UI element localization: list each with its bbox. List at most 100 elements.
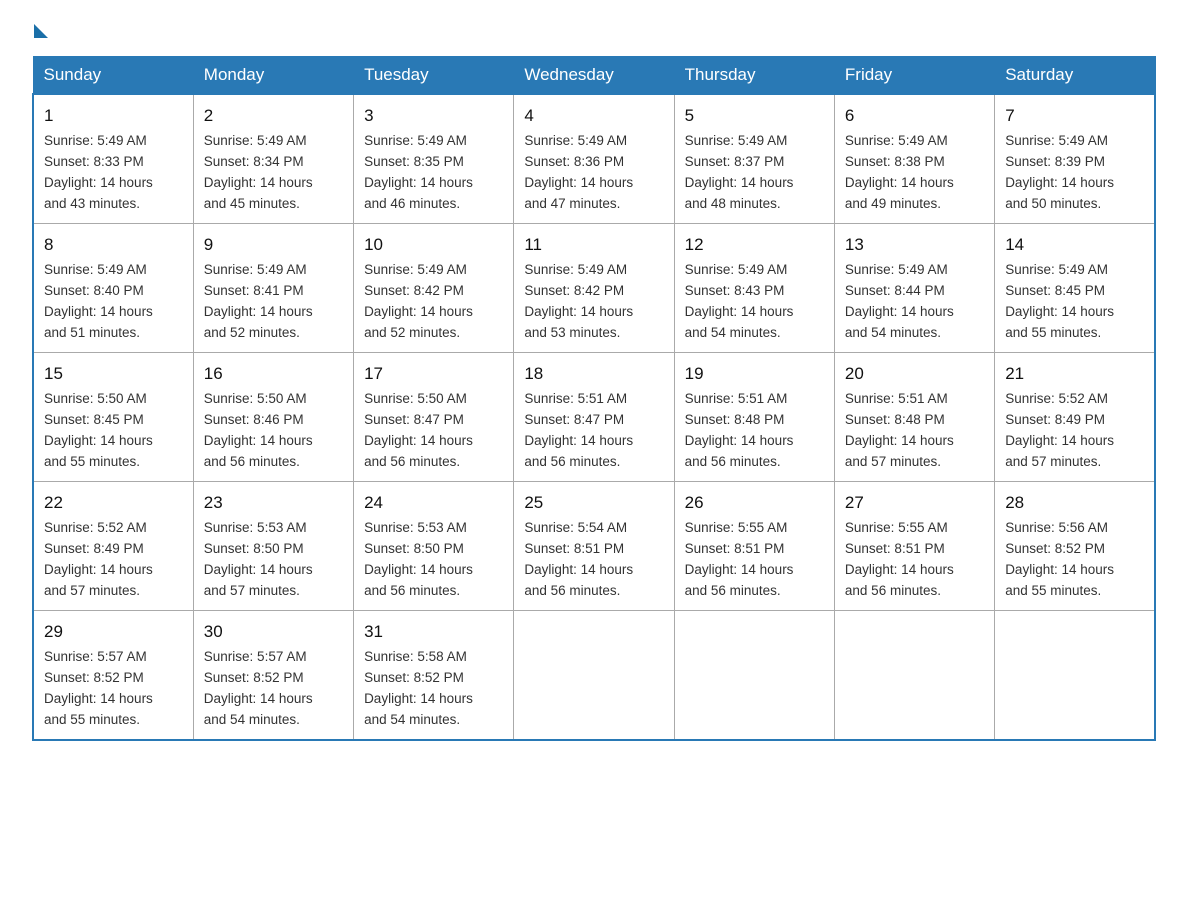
daylight-line2-20: and 57 minutes.: [845, 452, 984, 473]
week-row-4: 22Sunrise: 5:52 AMSunset: 8:49 PMDayligh…: [33, 482, 1155, 611]
day-cell-19: 19Sunrise: 5:51 AMSunset: 8:48 PMDayligh…: [674, 353, 834, 482]
daylight-line2-3: and 46 minutes.: [364, 194, 503, 215]
day-cell-5: 5Sunrise: 5:49 AMSunset: 8:37 PMDaylight…: [674, 94, 834, 224]
sunset-24: Sunset: 8:50 PM: [364, 539, 503, 560]
daylight-line2-16: and 56 minutes.: [204, 452, 343, 473]
sunset-26: Sunset: 8:51 PM: [685, 539, 824, 560]
day-cell-10: 10Sunrise: 5:49 AMSunset: 8:42 PMDayligh…: [354, 224, 514, 353]
day-cell-7: 7Sunrise: 5:49 AMSunset: 8:39 PMDaylight…: [995, 94, 1155, 224]
day-number-31: 31: [364, 619, 503, 645]
day-cell-22: 22Sunrise: 5:52 AMSunset: 8:49 PMDayligh…: [33, 482, 193, 611]
sunset-9: Sunset: 8:41 PM: [204, 281, 343, 302]
sunrise-10: Sunrise: 5:49 AM: [364, 260, 503, 281]
daylight-line1-1: Daylight: 14 hours: [44, 173, 183, 194]
header-saturday: Saturday: [995, 57, 1155, 95]
empty-cell-4-3: [514, 611, 674, 741]
sunset-14: Sunset: 8:45 PM: [1005, 281, 1144, 302]
day-number-11: 11: [524, 232, 663, 258]
daylight-line1-24: Daylight: 14 hours: [364, 560, 503, 581]
day-cell-25: 25Sunrise: 5:54 AMSunset: 8:51 PMDayligh…: [514, 482, 674, 611]
daylight-line1-30: Daylight: 14 hours: [204, 689, 343, 710]
daylight-line2-15: and 55 minutes.: [44, 452, 183, 473]
day-cell-18: 18Sunrise: 5:51 AMSunset: 8:47 PMDayligh…: [514, 353, 674, 482]
daylight-line1-14: Daylight: 14 hours: [1005, 302, 1144, 323]
sunset-11: Sunset: 8:42 PM: [524, 281, 663, 302]
day-cell-16: 16Sunrise: 5:50 AMSunset: 8:46 PMDayligh…: [193, 353, 353, 482]
day-number-19: 19: [685, 361, 824, 387]
day-number-20: 20: [845, 361, 984, 387]
daylight-line1-20: Daylight: 14 hours: [845, 431, 984, 452]
sunrise-1: Sunrise: 5:49 AM: [44, 131, 183, 152]
day-cell-27: 27Sunrise: 5:55 AMSunset: 8:51 PMDayligh…: [834, 482, 994, 611]
sunrise-9: Sunrise: 5:49 AM: [204, 260, 343, 281]
daylight-line1-22: Daylight: 14 hours: [44, 560, 183, 581]
day-number-13: 13: [845, 232, 984, 258]
sunrise-11: Sunrise: 5:49 AM: [524, 260, 663, 281]
sunset-20: Sunset: 8:48 PM: [845, 410, 984, 431]
day-number-14: 14: [1005, 232, 1144, 258]
daylight-line2-1: and 43 minutes.: [44, 194, 183, 215]
day-cell-1: 1Sunrise: 5:49 AMSunset: 8:33 PMDaylight…: [33, 94, 193, 224]
sunrise-23: Sunrise: 5:53 AM: [204, 518, 343, 539]
day-cell-3: 3Sunrise: 5:49 AMSunset: 8:35 PMDaylight…: [354, 94, 514, 224]
day-number-22: 22: [44, 490, 183, 516]
daylight-line1-12: Daylight: 14 hours: [685, 302, 824, 323]
day-number-28: 28: [1005, 490, 1144, 516]
sunset-18: Sunset: 8:47 PM: [524, 410, 663, 431]
week-row-2: 8Sunrise: 5:49 AMSunset: 8:40 PMDaylight…: [33, 224, 1155, 353]
day-number-25: 25: [524, 490, 663, 516]
day-cell-17: 17Sunrise: 5:50 AMSunset: 8:47 PMDayligh…: [354, 353, 514, 482]
day-number-21: 21: [1005, 361, 1144, 387]
day-number-8: 8: [44, 232, 183, 258]
empty-cell-4-5: [834, 611, 994, 741]
daylight-line2-27: and 56 minutes.: [845, 581, 984, 602]
day-cell-11: 11Sunrise: 5:49 AMSunset: 8:42 PMDayligh…: [514, 224, 674, 353]
day-number-18: 18: [524, 361, 663, 387]
sunset-21: Sunset: 8:49 PM: [1005, 410, 1144, 431]
daylight-line2-6: and 49 minutes.: [845, 194, 984, 215]
day-cell-6: 6Sunrise: 5:49 AMSunset: 8:38 PMDaylight…: [834, 94, 994, 224]
day-number-4: 4: [524, 103, 663, 129]
daylight-line1-26: Daylight: 14 hours: [685, 560, 824, 581]
sunrise-3: Sunrise: 5:49 AM: [364, 131, 503, 152]
sunset-17: Sunset: 8:47 PM: [364, 410, 503, 431]
daylight-line1-19: Daylight: 14 hours: [685, 431, 824, 452]
day-cell-28: 28Sunrise: 5:56 AMSunset: 8:52 PMDayligh…: [995, 482, 1155, 611]
sunrise-25: Sunrise: 5:54 AM: [524, 518, 663, 539]
sunrise-30: Sunrise: 5:57 AM: [204, 647, 343, 668]
sunrise-6: Sunrise: 5:49 AM: [845, 131, 984, 152]
sunset-7: Sunset: 8:39 PM: [1005, 152, 1144, 173]
daylight-line2-10: and 52 minutes.: [364, 323, 503, 344]
week-row-1: 1Sunrise: 5:49 AMSunset: 8:33 PMDaylight…: [33, 94, 1155, 224]
daylight-line1-10: Daylight: 14 hours: [364, 302, 503, 323]
daylight-line1-29: Daylight: 14 hours: [44, 689, 183, 710]
daylight-line1-13: Daylight: 14 hours: [845, 302, 984, 323]
day-number-5: 5: [685, 103, 824, 129]
day-cell-20: 20Sunrise: 5:51 AMSunset: 8:48 PMDayligh…: [834, 353, 994, 482]
day-number-30: 30: [204, 619, 343, 645]
sunset-31: Sunset: 8:52 PM: [364, 668, 503, 689]
sunrise-7: Sunrise: 5:49 AM: [1005, 131, 1144, 152]
daylight-line2-23: and 57 minutes.: [204, 581, 343, 602]
daylight-line2-21: and 57 minutes.: [1005, 452, 1144, 473]
sunrise-27: Sunrise: 5:55 AM: [845, 518, 984, 539]
daylight-line2-24: and 56 minutes.: [364, 581, 503, 602]
sunrise-31: Sunrise: 5:58 AM: [364, 647, 503, 668]
day-cell-23: 23Sunrise: 5:53 AMSunset: 8:50 PMDayligh…: [193, 482, 353, 611]
sunrise-14: Sunrise: 5:49 AM: [1005, 260, 1144, 281]
sunrise-22: Sunrise: 5:52 AM: [44, 518, 183, 539]
sunset-30: Sunset: 8:52 PM: [204, 668, 343, 689]
day-cell-9: 9Sunrise: 5:49 AMSunset: 8:41 PMDaylight…: [193, 224, 353, 353]
daylight-line1-27: Daylight: 14 hours: [845, 560, 984, 581]
daylight-line2-7: and 50 minutes.: [1005, 194, 1144, 215]
sunset-15: Sunset: 8:45 PM: [44, 410, 183, 431]
daylight-line1-5: Daylight: 14 hours: [685, 173, 824, 194]
week-row-5: 29Sunrise: 5:57 AMSunset: 8:52 PMDayligh…: [33, 611, 1155, 741]
day-number-24: 24: [364, 490, 503, 516]
day-number-2: 2: [204, 103, 343, 129]
day-number-12: 12: [685, 232, 824, 258]
daylight-line2-29: and 55 minutes.: [44, 710, 183, 731]
day-number-16: 16: [204, 361, 343, 387]
day-number-26: 26: [685, 490, 824, 516]
daylight-line2-2: and 45 minutes.: [204, 194, 343, 215]
